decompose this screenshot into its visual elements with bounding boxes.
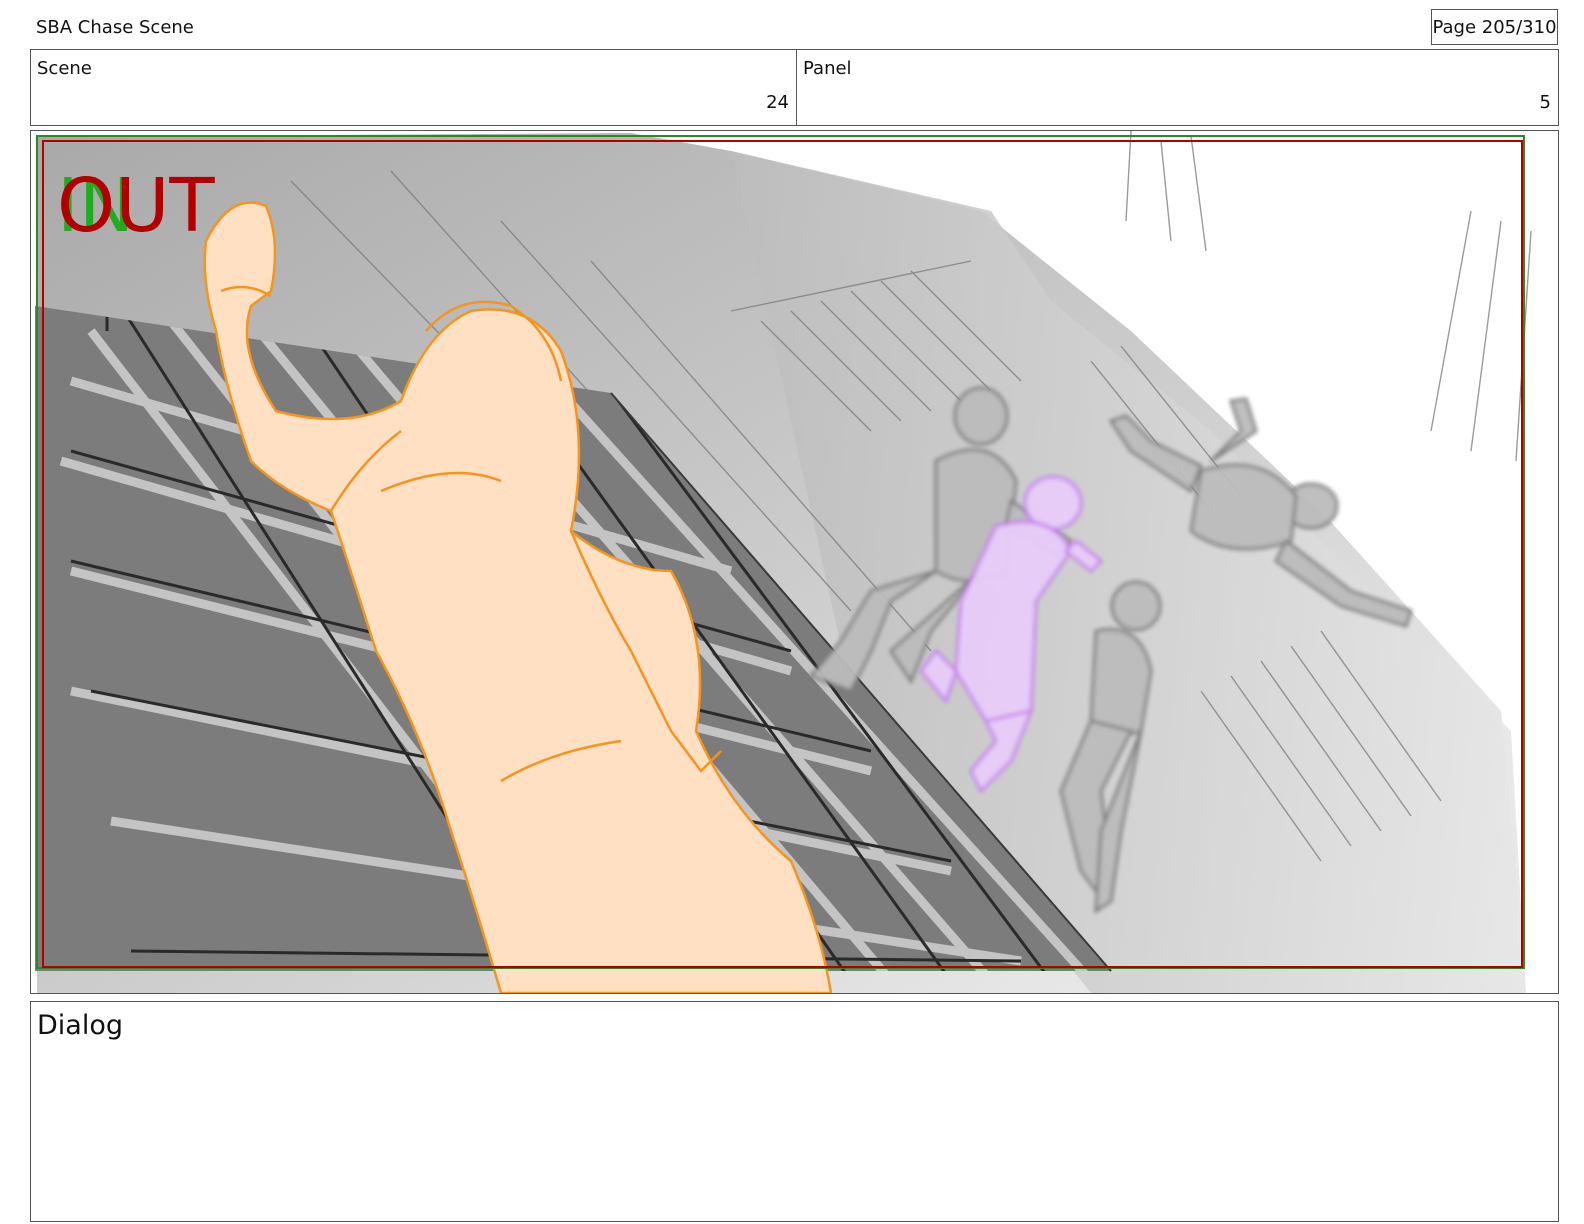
panel-number: 5 (1539, 92, 1551, 113)
dialog-box: Dialog (30, 1001, 1559, 1222)
panel-label: Panel (803, 58, 852, 79)
scene-panel-info-row: Scene 24 Panel 5 (30, 49, 1559, 126)
scene-number: 24 (766, 92, 789, 113)
document-title: SBA Chase Scene (36, 17, 194, 38)
scene-cell: Scene 24 (31, 50, 797, 125)
storyboard-frame: IN OUT (30, 130, 1559, 994)
panel-cell: Panel 5 (797, 50, 1558, 125)
out-marker: OUT (57, 163, 215, 249)
dialog-label: Dialog (37, 1010, 123, 1041)
scene-label: Scene (37, 58, 92, 79)
storyboard-panel-drawing: IN OUT (31, 131, 1558, 993)
page-indicator: Page 205/310 (1431, 9, 1558, 45)
